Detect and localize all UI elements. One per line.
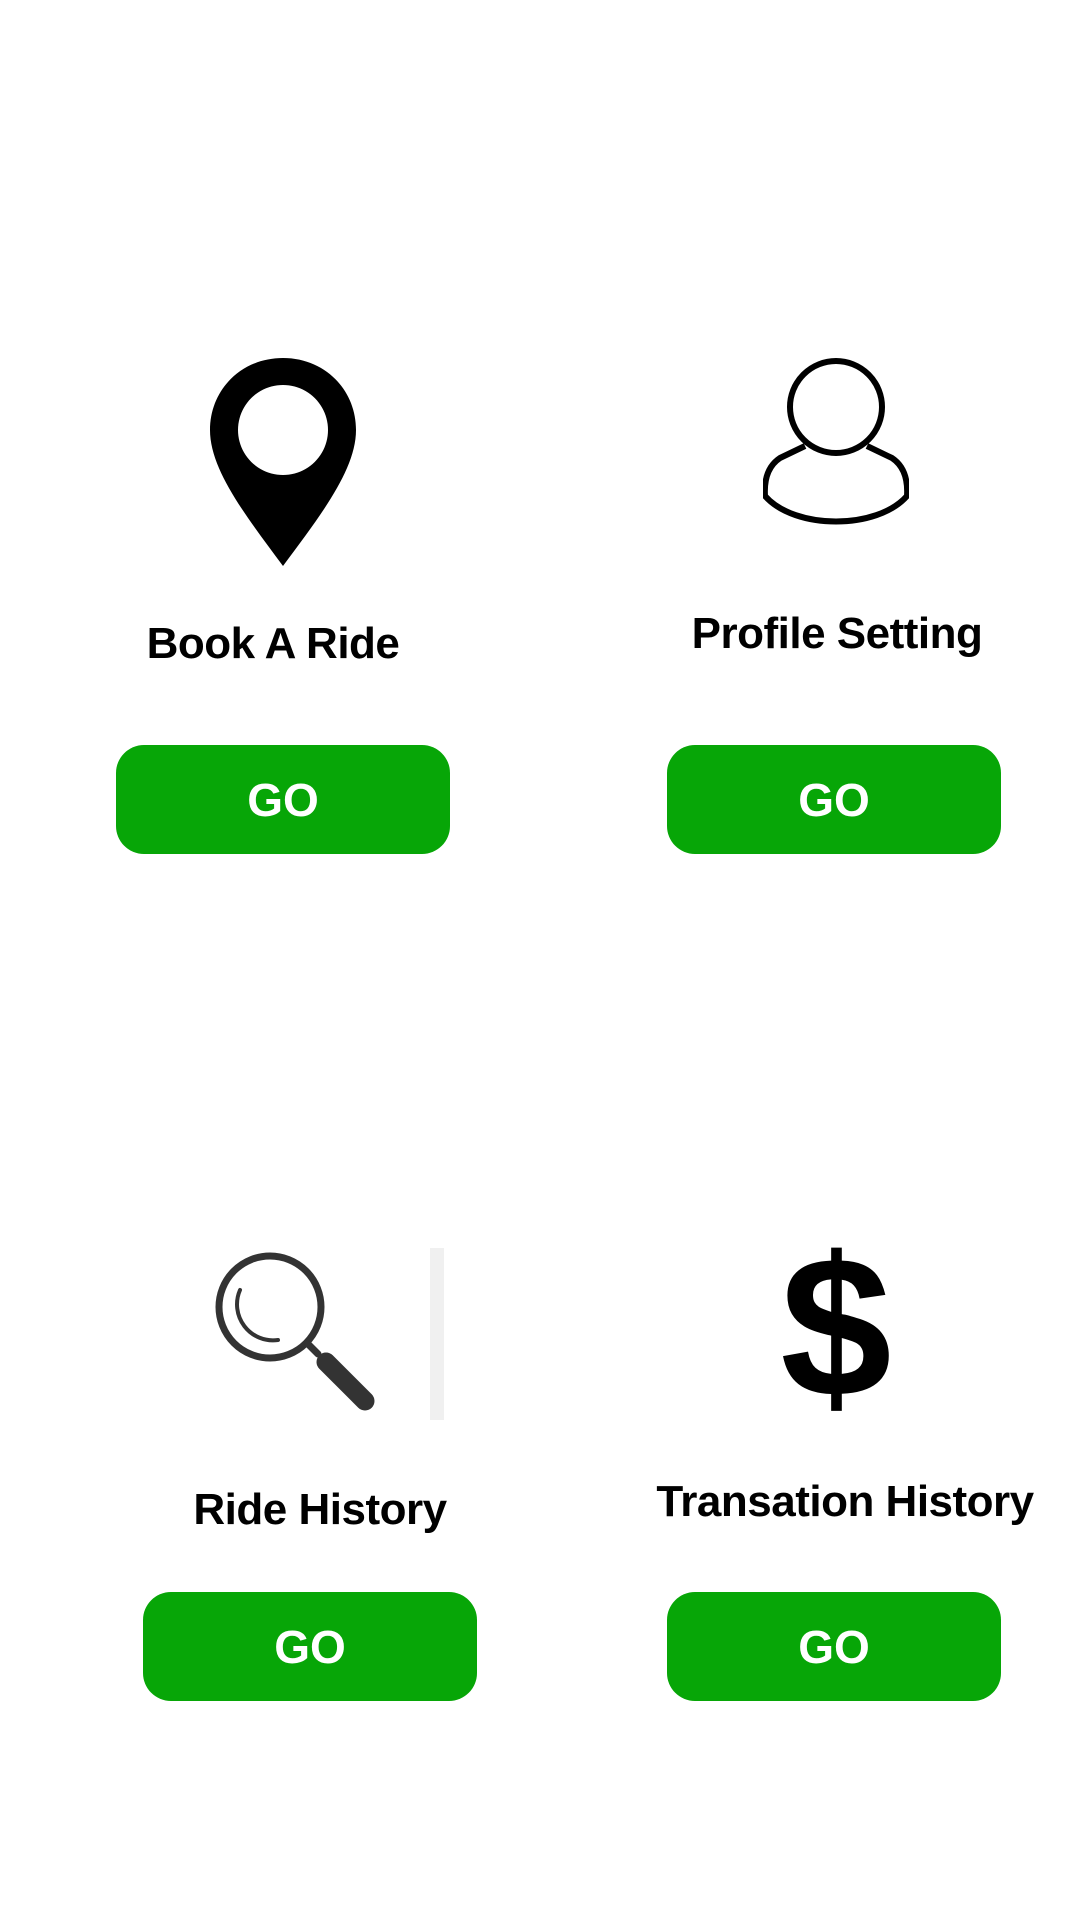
transation-history-go-button[interactable]: GO (667, 1592, 1001, 1701)
tile-label: Ride History (193, 1485, 447, 1534)
map-pin-icon[interactable] (210, 358, 356, 566)
ride-history-go-button[interactable]: GO (143, 1592, 477, 1701)
tile-label: Transation History (656, 1477, 1034, 1526)
tile-label: Profile Setting (691, 609, 983, 658)
profile-setting-go-button[interactable]: GO (667, 745, 1001, 854)
book-a-ride-go-button[interactable]: GO (116, 745, 450, 854)
user-profile-icon[interactable] (763, 358, 909, 534)
tile-label: Book A Ride (146, 619, 400, 668)
dollar-icon[interactable]: $ (770, 1228, 902, 1428)
magnifier-icon[interactable] (210, 1248, 450, 1423)
